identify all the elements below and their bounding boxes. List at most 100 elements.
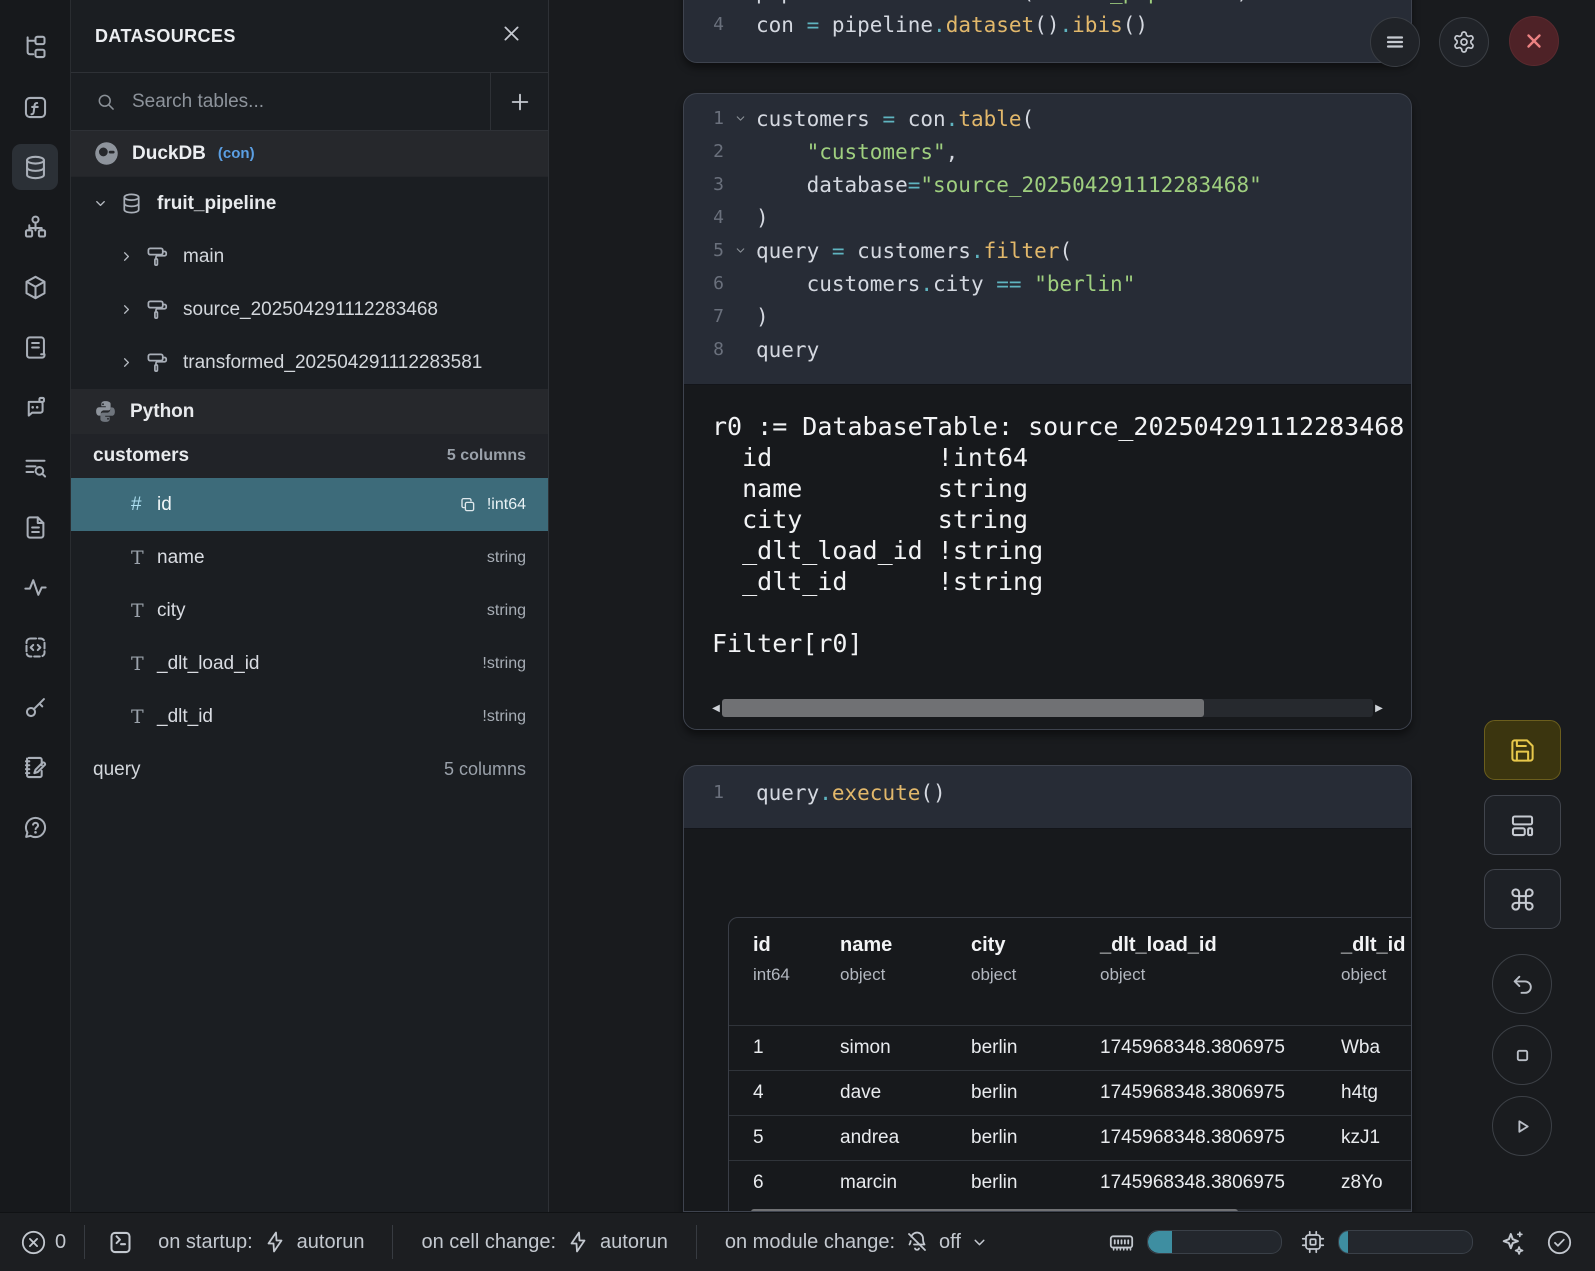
column-item-id[interactable]: #id!int64 bbox=[71, 478, 548, 531]
packages-icon[interactable] bbox=[12, 264, 58, 310]
terminal-button[interactable] bbox=[107, 1229, 134, 1256]
settings-button[interactable] bbox=[1439, 17, 1489, 67]
search-icon bbox=[96, 92, 116, 112]
dependency-graph-icon[interactable] bbox=[12, 204, 58, 250]
copy-icon[interactable] bbox=[459, 496, 477, 514]
code-line[interactable]: 2 "customers", bbox=[684, 135, 1411, 168]
interrupt-button[interactable] bbox=[1492, 1025, 1552, 1085]
database-item[interactable]: fruit_pipeline bbox=[71, 177, 548, 230]
table-column-header[interactable]: nameobject bbox=[840, 934, 971, 985]
code-cell-1[interactable]: 3pipeline = dlt.attach("fruit_pipeline")… bbox=[683, 0, 1412, 63]
on-module-change-setting[interactable]: on module change: off bbox=[725, 1230, 988, 1254]
connection-duckdb[interactable]: DuckDB (con) bbox=[71, 131, 548, 177]
code-line[interactable]: 1query.execute() bbox=[684, 776, 1411, 809]
line-number: 6 bbox=[684, 273, 724, 294]
logs-search-icon[interactable] bbox=[12, 444, 58, 490]
code-line[interactable]: 4) bbox=[684, 201, 1411, 234]
fold-icon[interactable] bbox=[734, 112, 747, 125]
chevron-right-icon bbox=[119, 355, 134, 370]
code-line[interactable]: 3 database="source_202504291112283468" bbox=[684, 168, 1411, 201]
schema-item[interactable]: source_202504291112283468 bbox=[71, 283, 548, 336]
command-icon bbox=[1509, 886, 1536, 913]
gear-icon bbox=[1452, 30, 1476, 54]
close-panel-icon[interactable] bbox=[501, 23, 522, 49]
database-icon bbox=[120, 192, 143, 215]
keyboard-shortcuts-button[interactable] bbox=[1484, 869, 1561, 929]
output-hscrollbar[interactable]: ◀ ▶ bbox=[710, 699, 1385, 717]
code-cell-2[interactable]: 1customers = con.table(2 "customers",3 d… bbox=[683, 93, 1412, 730]
table-row[interactable]: 4daveberlin1745968348.3806975h4tg bbox=[729, 1071, 1412, 1116]
layout-toggle-button[interactable] bbox=[1484, 795, 1561, 855]
error-counter[interactable]: 0 bbox=[20, 1229, 66, 1256]
tracing-icon[interactable] bbox=[12, 564, 58, 610]
repr-output: r0 := DatabaseTable: source_202504291112… bbox=[684, 385, 1411, 661]
scroll-right-icon[interactable]: ▶ bbox=[1373, 699, 1385, 717]
table-row[interactable]: 1simonberlin1745968348.3806975Wba bbox=[729, 1026, 1412, 1071]
python-section[interactable]: Python bbox=[71, 389, 548, 434]
code-line[interactable]: 8query bbox=[684, 333, 1411, 366]
cpu-usage[interactable] bbox=[1300, 1229, 1473, 1255]
line-number: 3 bbox=[684, 0, 724, 2]
scroll-left-icon[interactable]: ◀ bbox=[710, 699, 722, 717]
line-number: 4 bbox=[684, 14, 724, 35]
table-row[interactable]: 5andreaberlin1745968348.3806975kzJ1 bbox=[729, 1116, 1412, 1161]
snippets-icon[interactable] bbox=[12, 624, 58, 670]
python-section-label: Python bbox=[130, 401, 194, 423]
schema-icon bbox=[146, 351, 169, 374]
help-icon[interactable] bbox=[12, 804, 58, 850]
code-line[interactable]: 6 customers.city == "berlin" bbox=[684, 267, 1411, 300]
function-icon[interactable] bbox=[12, 84, 58, 130]
documentation-icon[interactable] bbox=[12, 504, 58, 550]
chevron-down-icon bbox=[971, 1234, 988, 1251]
table-column-header[interactable]: idint64 bbox=[753, 934, 840, 985]
add-datasource-button[interactable] bbox=[490, 73, 548, 130]
fold-icon[interactable] bbox=[734, 244, 747, 257]
undo-icon bbox=[1510, 972, 1535, 997]
ai-assist-button[interactable] bbox=[1499, 1229, 1526, 1256]
code-line[interactable]: 4con = pipeline.dataset().ibis() bbox=[684, 8, 1411, 41]
ram-usage[interactable] bbox=[1108, 1229, 1282, 1256]
on-cell-change-setting[interactable]: on cell change: autorun bbox=[421, 1230, 667, 1254]
column-item-name[interactable]: Tnamestring bbox=[71, 531, 548, 584]
table-customers-header[interactable]: customers 5 columns bbox=[71, 434, 548, 478]
file-tree-icon[interactable] bbox=[12, 24, 58, 70]
save-button[interactable] bbox=[1484, 720, 1561, 780]
shutdown-button[interactable] bbox=[1509, 16, 1559, 66]
notebook-edit-icon[interactable] bbox=[12, 744, 58, 790]
cell-3-output: idint64nameobjectcityobject_dlt_load_ido… bbox=[684, 828, 1411, 1211]
undo-button[interactable] bbox=[1492, 954, 1552, 1014]
schema-item[interactable]: transformed_202504291112283581 bbox=[71, 336, 548, 389]
table-row[interactable]: 6marcinberlin1745968348.3806975z8Yo bbox=[729, 1161, 1412, 1205]
secrets-key-icon[interactable] bbox=[12, 684, 58, 730]
code-line[interactable]: 3pipeline = dlt.attach("fruit_pipeline") bbox=[684, 0, 1411, 8]
code-line[interactable]: 7) bbox=[684, 300, 1411, 333]
column-item-_dlt_load_id[interactable]: T_dlt_load_id!string bbox=[71, 637, 548, 690]
connection-status[interactable] bbox=[1546, 1229, 1573, 1256]
column-item-_dlt_id[interactable]: T_dlt_id!string bbox=[71, 690, 548, 743]
scratchpad-scroll-icon[interactable] bbox=[12, 324, 58, 370]
table-column-header[interactable]: _dlt_load_idobject bbox=[1100, 934, 1341, 985]
code-line[interactable]: 1customers = con.table( bbox=[684, 102, 1411, 135]
sparkles-icon bbox=[1499, 1229, 1526, 1256]
save-icon bbox=[1509, 737, 1536, 764]
code-line[interactable]: 5query = customers.filter( bbox=[684, 234, 1411, 267]
cell-menu-button[interactable] bbox=[1370, 17, 1420, 67]
connection-badge: (con) bbox=[218, 145, 255, 162]
datasources-icon[interactable] bbox=[12, 144, 58, 190]
chatbot-icon[interactable] bbox=[12, 384, 58, 430]
table-query-header[interactable]: query 5 columns bbox=[71, 743, 548, 796]
python-logo-icon bbox=[93, 399, 118, 424]
table-column-header[interactable]: _dlt_idobject bbox=[1341, 934, 1412, 985]
code-cell-3[interactable]: 1query.execute() idint64nameobjectcityob… bbox=[683, 765, 1412, 1212]
number-type-icon: # bbox=[131, 494, 157, 516]
table-column-header[interactable]: cityobject bbox=[971, 934, 1100, 985]
search-input[interactable]: Search tables... bbox=[71, 73, 490, 130]
column-item-city[interactable]: Tcitystring bbox=[71, 584, 548, 637]
schema-item[interactable]: main bbox=[71, 230, 548, 283]
stop-icon bbox=[1510, 1043, 1535, 1068]
on-startup-setting[interactable]: on startup: autorun bbox=[158, 1230, 364, 1254]
result-table: idint64nameobjectcityobject_dlt_load_ido… bbox=[728, 917, 1412, 1212]
chevron-right-icon bbox=[119, 302, 134, 317]
text-type-icon: T bbox=[131, 653, 157, 675]
run-button[interactable] bbox=[1492, 1096, 1552, 1156]
